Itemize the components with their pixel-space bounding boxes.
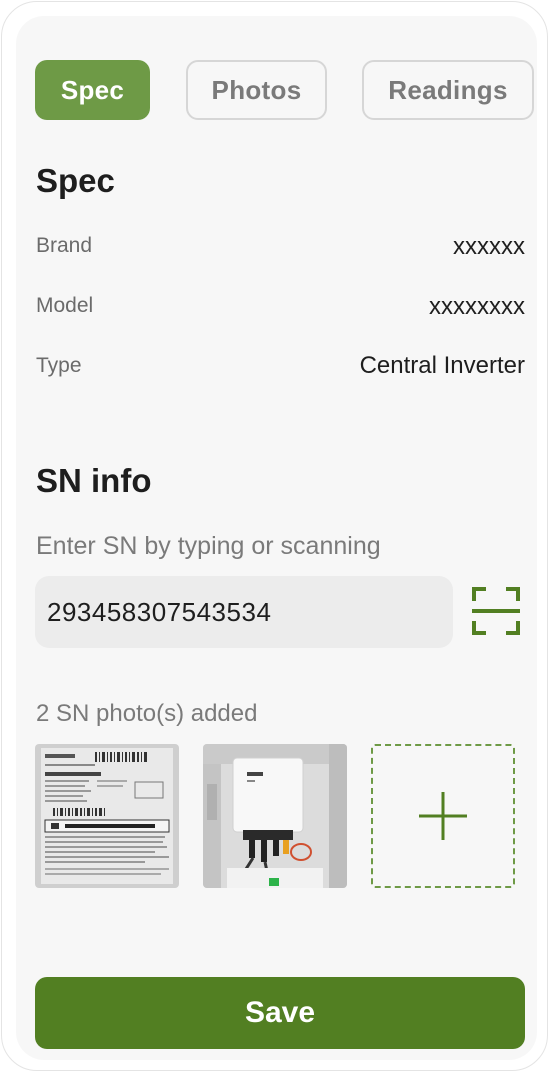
sn-input-value: 293458307543534 xyxy=(47,596,272,627)
scan-icon xyxy=(472,587,520,635)
add-photo-button[interactable] xyxy=(371,744,515,888)
tab-readings[interactable]: Readings xyxy=(362,60,534,120)
plus-icon xyxy=(419,792,467,840)
tab-photos[interactable]: Photos xyxy=(186,60,327,120)
device-frame: Spec Photos Readings Spec Brand xxxxxx M… xyxy=(1,1,548,1071)
sn-photo-2-image xyxy=(203,744,347,888)
spec-label-type: Type xyxy=(36,354,82,377)
save-button[interactable]: Save xyxy=(35,977,525,1049)
sn-photo-1[interactable] xyxy=(35,744,179,888)
sn-info-title: SN info xyxy=(36,462,152,499)
photos-added-text: 2 SN photo(s) added xyxy=(36,700,258,727)
sn-hint: Enter SN by typing or scanning xyxy=(36,532,381,560)
sn-input[interactable]: 293458307543534 xyxy=(35,576,453,648)
spec-value-brand: xxxxxx xyxy=(453,233,525,260)
tab-spec[interactable]: Spec xyxy=(35,60,150,120)
spec-label-brand: Brand xyxy=(36,234,93,257)
spec-label-model: Model xyxy=(36,294,94,317)
spec-title: Spec xyxy=(36,162,115,199)
sn-photo-2[interactable] xyxy=(203,744,347,888)
screen: Spec Photos Readings Spec Brand xxxxxx M… xyxy=(16,16,537,1060)
sn-photo-1-image xyxy=(35,744,179,888)
scan-button[interactable] xyxy=(471,586,521,636)
spec-value-model: xxxxxxxx xyxy=(429,293,525,320)
spec-value-type: Central Inverter xyxy=(359,352,525,379)
